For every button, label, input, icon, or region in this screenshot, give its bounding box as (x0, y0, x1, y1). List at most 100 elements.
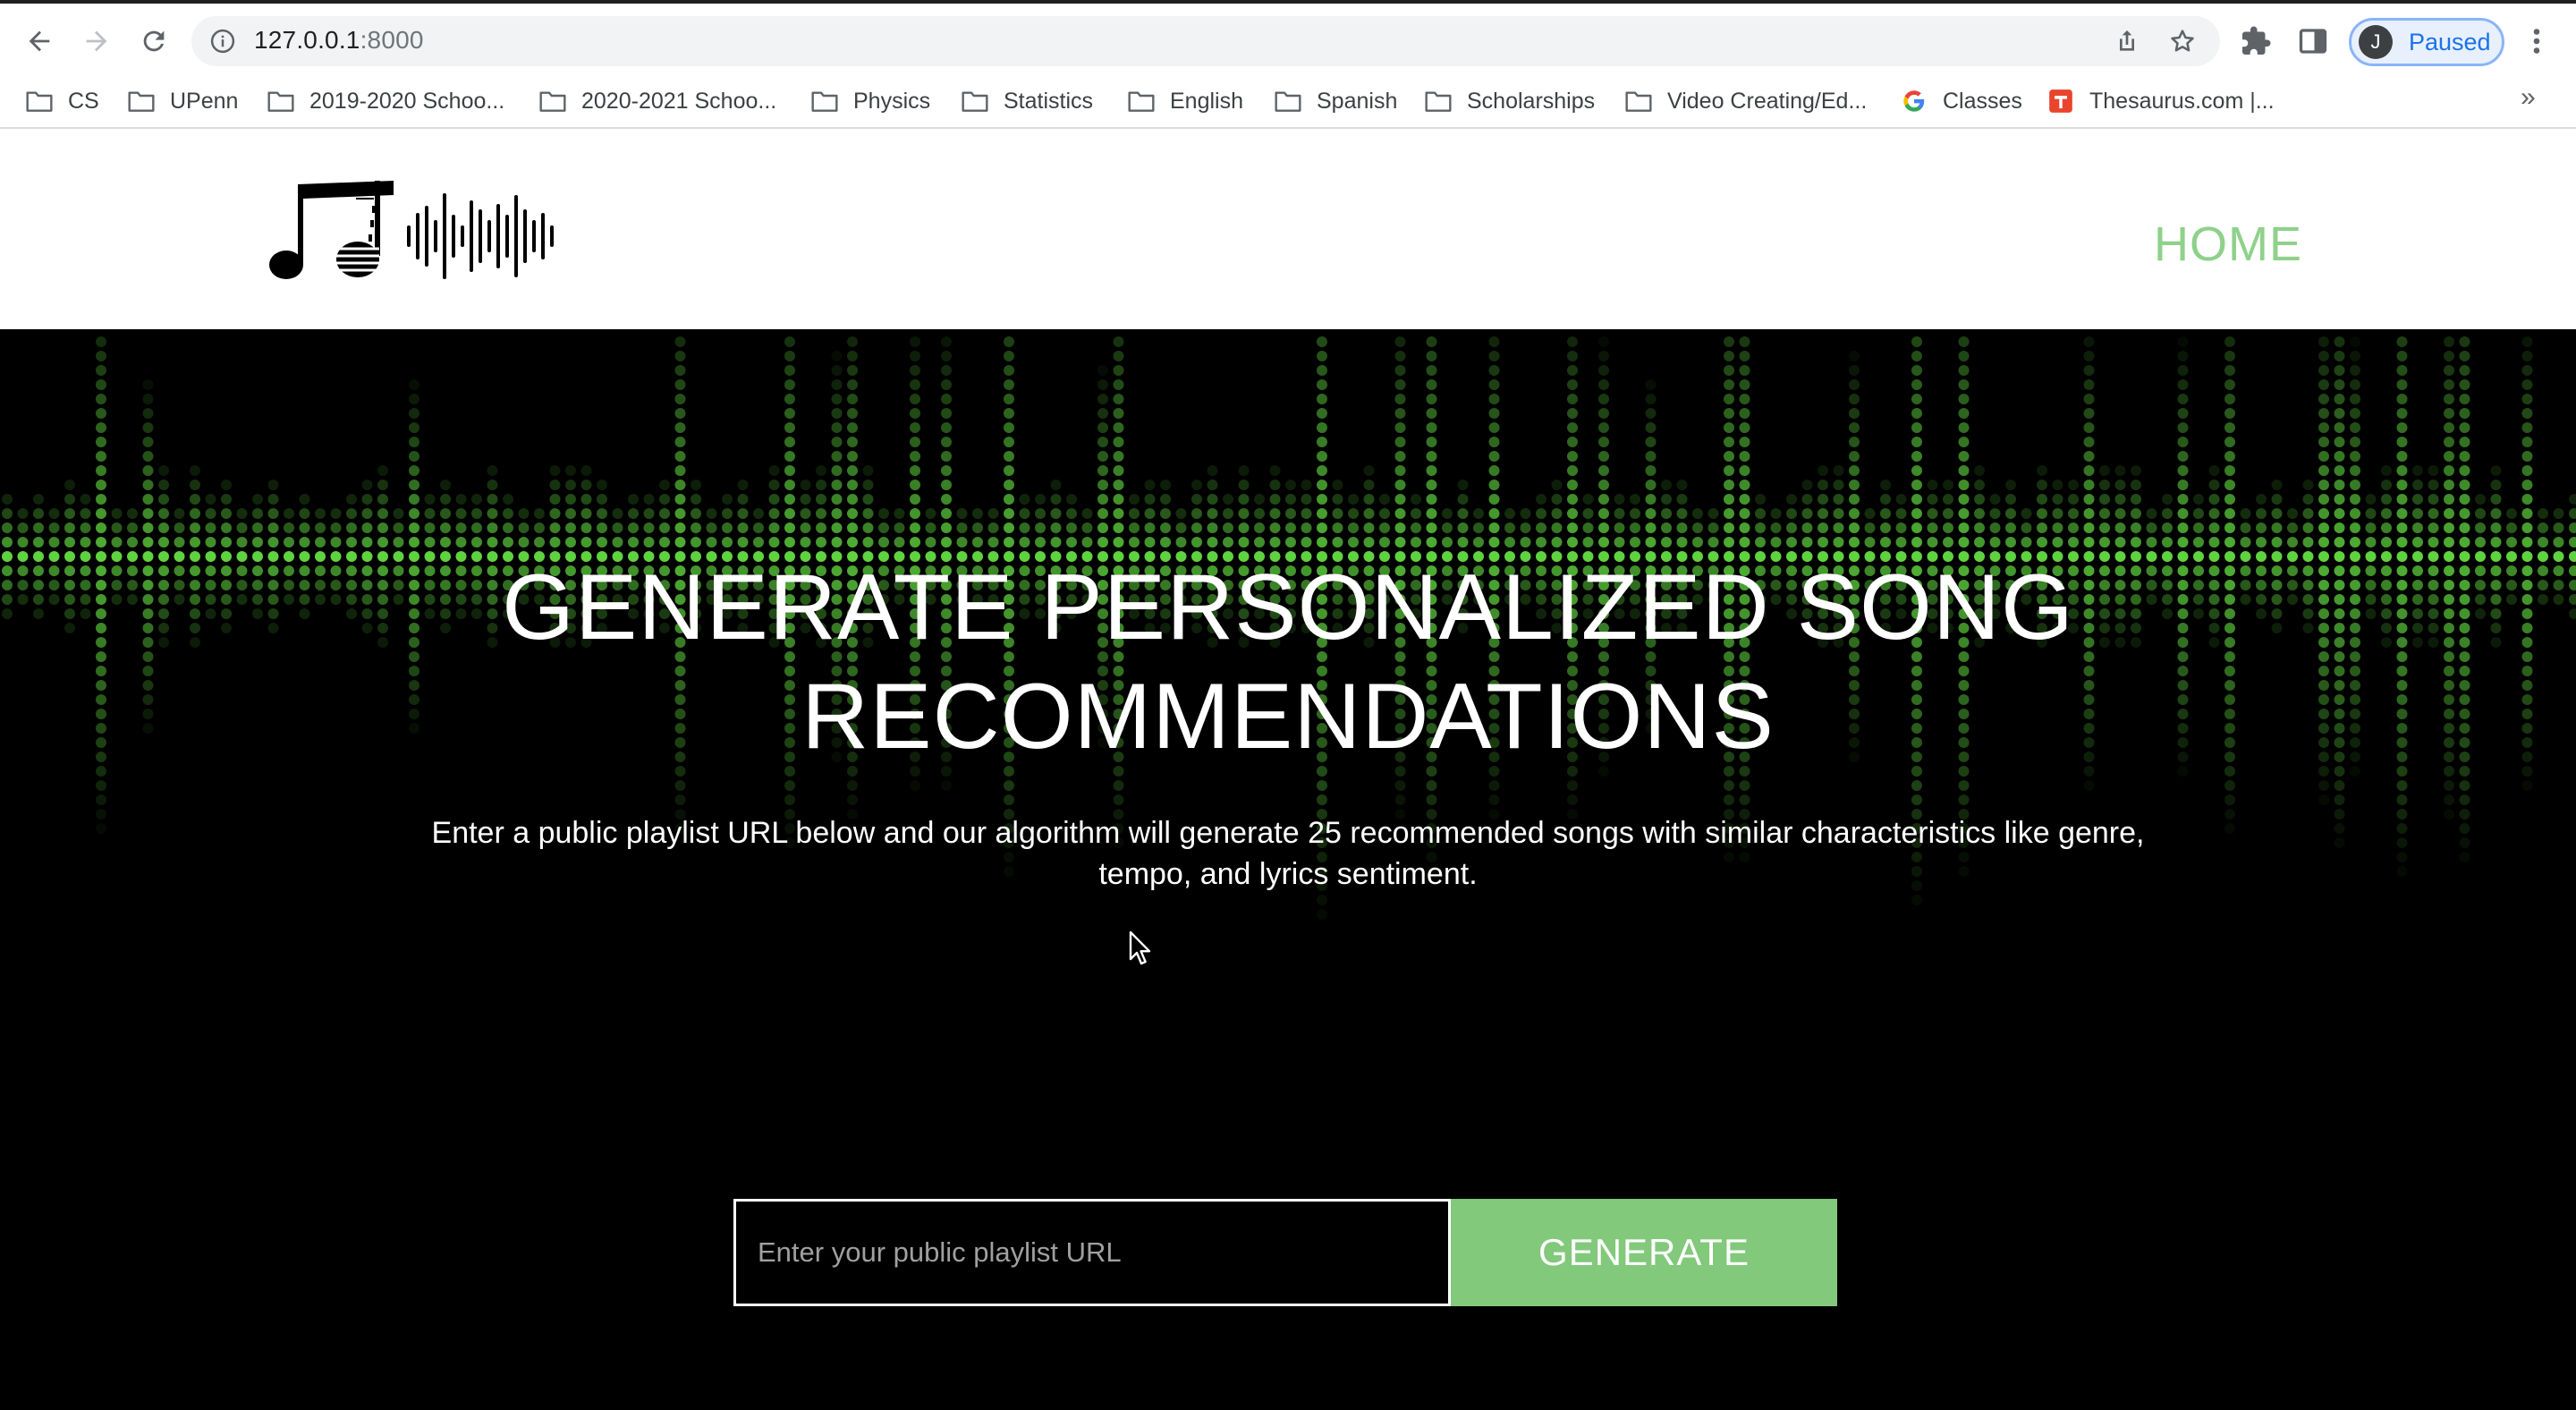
share-icon[interactable] (2113, 27, 2141, 55)
wave-dot (2162, 522, 2173, 533)
bookmark-item[interactable]: 2020-2021 Schoo... (538, 84, 776, 118)
wave-dot (1786, 508, 1797, 519)
generate-button[interactable]: GENERATE (1451, 1199, 1837, 1306)
music-logo-icon[interactable] (268, 174, 599, 290)
wave-dot (2177, 522, 2189, 533)
wave-dot (2396, 651, 2408, 662)
wave-dot (1317, 508, 1327, 519)
wave-dot (2334, 422, 2345, 433)
wave-dot (1567, 522, 1578, 533)
wave-dot (2459, 680, 2470, 691)
wave-dot (1849, 465, 1860, 476)
wave-dot (597, 508, 607, 519)
forward-button[interactable] (75, 20, 118, 63)
wave-dot (628, 494, 639, 505)
wave-dot (1645, 394, 1657, 404)
more-menu-icon[interactable] (2524, 25, 2549, 57)
wave-dot (2569, 608, 2576, 619)
wave-dot (2271, 608, 2283, 619)
wave-dot (1958, 480, 1970, 490)
wave-dot (1488, 336, 1500, 347)
side-panel-icon[interactable] (2297, 25, 2329, 57)
wave-dot (1301, 537, 1312, 548)
wave-dot (2271, 594, 2283, 605)
wave-dot (64, 580, 75, 590)
wave-dot (1207, 537, 1218, 548)
bookmark-item[interactable]: 2019-2020 Schoo... (267, 84, 504, 118)
wave-dot (1144, 480, 1156, 490)
wave-dot (1739, 794, 1750, 805)
nav-home-link[interactable]: HOME (2154, 217, 2302, 272)
wave-dot (628, 522, 639, 533)
wave-dot (1911, 408, 1922, 419)
wave-dot (440, 537, 451, 548)
address-bar[interactable]: 127.0.0.1:8000 (191, 16, 2220, 66)
wave-dot (1175, 537, 1187, 548)
wave-dot (784, 480, 795, 490)
bookmarks-bar: CS UPenn 2019-2020 Schoo... 2020-2021 Sc… (0, 79, 2576, 123)
wave-dot (1223, 494, 1233, 505)
profile-button[interactable]: J Paused (2349, 18, 2504, 66)
bookmark-item[interactable]: English (1127, 84, 1243, 118)
wave-dot (96, 394, 106, 404)
back-button[interactable] (18, 20, 61, 63)
bookmark-item[interactable]: Classes (1900, 84, 2022, 118)
wave-dot (158, 508, 169, 519)
wave-dot (1833, 465, 1844, 476)
wave-dot (315, 551, 326, 562)
playlist-url-input[interactable] (733, 1199, 1451, 1306)
bookmark-label: Classes (1943, 88, 2022, 114)
wave-dot (2475, 608, 2486, 619)
wave-dot (2521, 737, 2533, 748)
wave-dot (784, 336, 795, 347)
wave-dot (346, 608, 357, 619)
wave-dot (80, 565, 91, 576)
bookmark-item[interactable]: Statistics (961, 84, 1093, 118)
wave-dot (2428, 608, 2439, 619)
wave-dot (1676, 522, 1688, 533)
wave-dot (2490, 637, 2502, 648)
wave-dot (549, 465, 561, 476)
wave-dot (2334, 694, 2345, 705)
reload-button[interactable] (132, 20, 175, 63)
bookmark-item[interactable]: Scholarships (1424, 84, 1595, 118)
wave-dot (2475, 508, 2486, 519)
bookmark-item[interactable]: CS (25, 84, 99, 118)
wave-dot (127, 594, 138, 605)
wave-dot (174, 594, 185, 605)
wave-dot (299, 508, 310, 519)
wave-dot (2208, 608, 2220, 619)
page-subtitle: Enter a public playlist URL below and ou… (431, 816, 2145, 891)
wave-dot (2318, 608, 2329, 619)
hero-section: GENERATE PERSONALIZED SONG RECOMMENDATIO… (0, 329, 2576, 1410)
wave-dot (2224, 422, 2235, 433)
bookmark-star-icon[interactable] (2168, 27, 2197, 55)
avatar: J (2359, 25, 2393, 59)
bookmark-item[interactable]: Physics (810, 84, 930, 118)
wave-dot (1567, 451, 1578, 462)
wave-dot (847, 494, 858, 505)
wave-dot (1348, 522, 1359, 533)
wave-dot (2428, 465, 2439, 476)
wave-dot (1911, 494, 1922, 505)
wave-dot (1598, 379, 1609, 390)
wave-dot (2412, 623, 2423, 633)
wave-dot (784, 437, 795, 447)
wave-dot (956, 522, 968, 533)
wave-dot (2083, 451, 2095, 462)
bookmark-item[interactable]: UPenn (127, 84, 238, 118)
extensions-puzzle-icon[interactable] (2240, 25, 2272, 57)
info-icon[interactable] (209, 28, 236, 55)
wave-dot (847, 394, 858, 404)
wave-dot (2021, 537, 2032, 548)
wave-dot (2521, 494, 2533, 505)
wave-dot (2490, 580, 2502, 590)
bookmark-item[interactable]: Thesaurus.com |... (2046, 84, 2275, 118)
bookmarks-overflow-button[interactable]: » (2521, 82, 2536, 113)
bookmark-item[interactable]: Video Creating/Ed... (1624, 84, 1867, 118)
wave-dot (2224, 823, 2235, 834)
wave-dot (1630, 494, 1640, 505)
wave-dot (847, 465, 858, 476)
bookmark-item[interactable]: Spanish (1274, 84, 1397, 118)
wave-dot (2396, 823, 2408, 834)
